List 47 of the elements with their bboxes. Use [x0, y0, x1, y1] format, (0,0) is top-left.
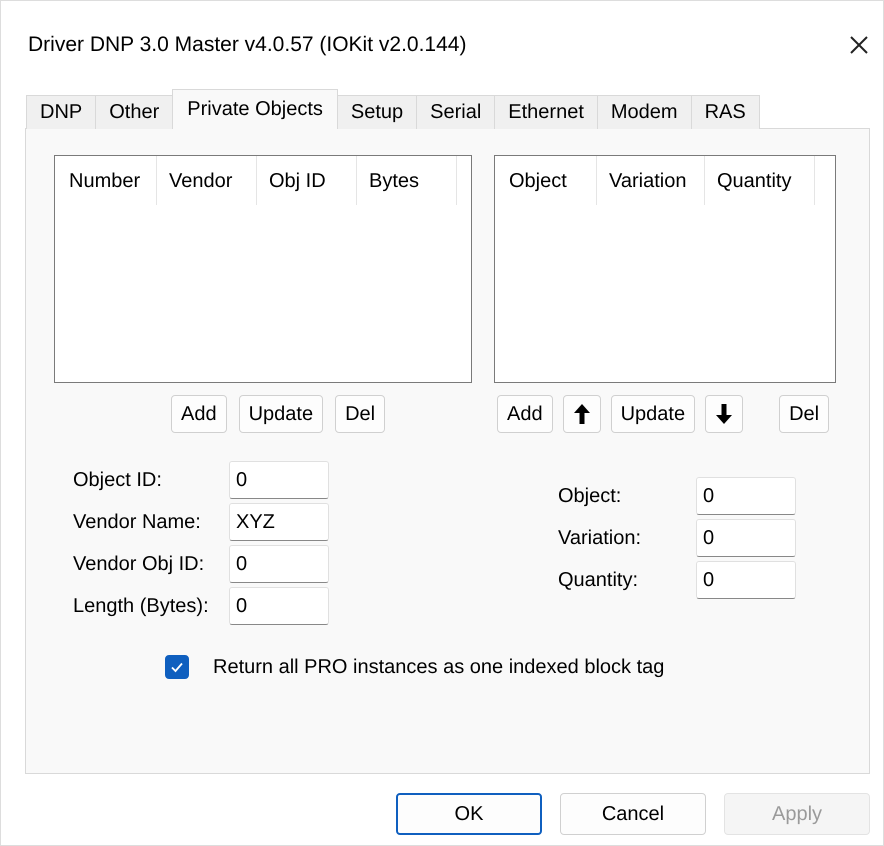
move-up-button[interactable] [562, 395, 601, 433]
column-header[interactable]: Quantity [705, 156, 815, 205]
input-field[interactable]: 0 [229, 587, 329, 625]
input-field[interactable]: 0 [696, 561, 796, 599]
column-header[interactable]: Vendor [157, 156, 257, 205]
tab[interactable]: Serial [416, 95, 496, 129]
dialog-button[interactable]: Cancel [560, 793, 706, 835]
field-label: Variation: [558, 526, 642, 550]
field-label: Length (Bytes): [73, 594, 210, 618]
column-header[interactable]: Obj ID [257, 156, 357, 205]
close-icon[interactable] [849, 35, 869, 55]
list-button[interactable]: Del [779, 395, 830, 433]
list-button[interactable]: Add [497, 395, 553, 433]
tab[interactable]: Ethernet [494, 95, 598, 129]
tab[interactable]: Modem [596, 95, 692, 129]
window-title: Driver DNP 3.0 Master v4.0.57 (IOKit v2.0.144) [28, 33, 466, 57]
column-header[interactable]: Object [497, 156, 597, 205]
tab[interactable]: DNP [26, 95, 96, 129]
list-view[interactable]: Number Vendor Obj ID Bytes [54, 155, 472, 383]
dialog-button[interactable]: OK [396, 793, 542, 835]
checkbox[interactable] [165, 655, 189, 679]
column-header[interactable]: Variation [597, 156, 705, 205]
field-label: Quantity: [558, 568, 640, 592]
arrow-down-icon [714, 402, 734, 426]
checkbox-label[interactable]: Return all PRO instances as one indexed block tag [213, 656, 664, 678]
list-button[interactable]: Add [171, 395, 227, 433]
input-field[interactable]: 0 [696, 519, 796, 557]
field-label: Vendor Name: [73, 510, 202, 534]
input-field[interactable]: 0 [229, 545, 329, 583]
field-label: Object ID: [73, 468, 163, 492]
tab[interactable]: Other [95, 95, 174, 129]
list-button[interactable]: Update [610, 395, 696, 433]
column-header[interactable]: Bytes [357, 156, 457, 205]
tab[interactable]: Private Objects [172, 89, 338, 129]
input-field[interactable]: XYZ [229, 503, 329, 541]
column-header[interactable]: Number [57, 156, 157, 205]
move-down-button[interactable] [705, 395, 744, 433]
list-view[interactable]: Object Variation Quantity [494, 155, 836, 383]
list-button[interactable]: Del [335, 395, 386, 433]
input-field[interactable]: 0 [229, 461, 329, 499]
field-label: Vendor Obj ID: [73, 552, 206, 576]
field-label: Object: [558, 484, 622, 508]
tab[interactable]: RAS [690, 95, 760, 129]
list-button[interactable]: Update [238, 395, 324, 433]
input-field[interactable]: 0 [696, 477, 796, 515]
tab[interactable]: Setup [336, 95, 418, 129]
arrow-up-icon [572, 402, 592, 426]
